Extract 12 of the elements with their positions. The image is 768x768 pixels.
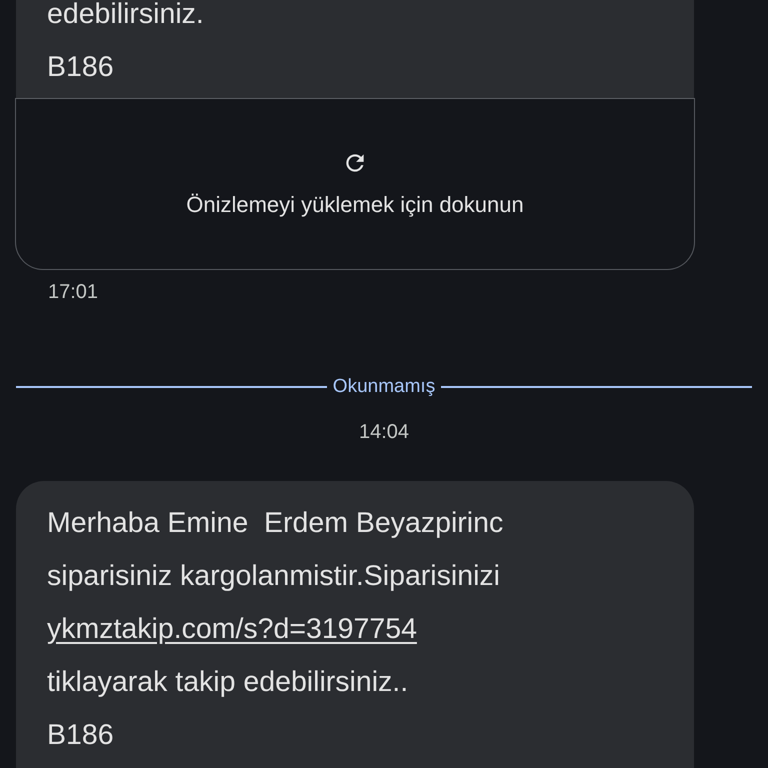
timestamp: 14:04: [358, 421, 410, 444]
message-text: siparisiniz kargolanmistir.Siparisinizi: [47, 559, 501, 594]
message-time: 17:01: [48, 281, 100, 304]
message-text: B186: [47, 50, 115, 85]
message-text: Merhaba Emine Erdem Beyazpirinc: [47, 506, 504, 541]
link-preview[interactable]: Önizlemeyi yüklemek için dokunun: [15, 98, 695, 270]
message-text: tiklayarak takip edebilirsiniz..: [47, 665, 410, 700]
message-text: edebilirsiniz.: [47, 0, 205, 32]
unread-divider-label: Okunmamış: [332, 376, 436, 398]
preview-hint: Önizlemeyi yüklemek için dokunun: [186, 192, 524, 218]
message-text: B186: [47, 718, 115, 753]
message-link[interactable]: ykmztakip.com/s?d=3197754: [47, 613, 417, 645]
